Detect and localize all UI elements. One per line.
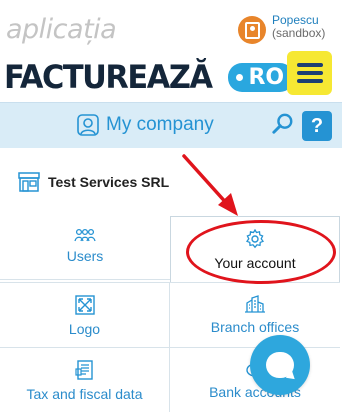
receipt-icon: [74, 360, 93, 380]
logo-ro-text: RO: [248, 64, 285, 90]
logo-tile[interactable]: Logo: [0, 282, 170, 348]
my-company-label: My company: [106, 114, 214, 135]
chat-button[interactable]: [250, 335, 310, 395]
your-account-tile[interactable]: Your account: [170, 216, 340, 282]
users-tile[interactable]: Users: [0, 216, 170, 280]
tax-fiscal-label: Tax and fiscal data: [26, 386, 143, 402]
users-icon: [74, 228, 96, 242]
hamburger-menu-button[interactable]: [287, 51, 332, 95]
branch-offices-label: Branch offices: [210, 319, 300, 335]
aplicatia-brand: aplicația: [6, 14, 117, 45]
shop-icon: [18, 172, 40, 192]
factureaza-logo[interactable]: FACTUREAZĂ RO: [4, 57, 295, 97]
gear-icon: [245, 229, 265, 249]
chat-bubble-icon: [266, 352, 294, 378]
my-company-link[interactable]: My company: [76, 113, 214, 137]
user-account: (sandbox): [272, 26, 326, 40]
logo-label: Logo: [68, 321, 101, 337]
header: aplicația FACTUREAZĂ RO Popescu (sandbox…: [0, 0, 342, 100]
avatar-icon: [238, 16, 266, 44]
company-name-row: Test Services SRL: [18, 172, 169, 192]
user-icon: [77, 114, 99, 136]
users-label: Users: [66, 248, 104, 264]
company-name: Test Services SRL: [48, 174, 170, 190]
logo-text: FACTUREAZĂ: [4, 58, 213, 96]
user-menu[interactable]: Popescu (sandbox): [238, 14, 325, 44]
company-bar: My company ?: [0, 102, 342, 148]
help-button[interactable]: ?: [302, 111, 332, 141]
your-account-label: Your account: [214, 255, 296, 271]
branch-offices-tile[interactable]: Branch offices: [170, 282, 340, 348]
search-icon[interactable]: [272, 113, 294, 135]
buildings-icon: [245, 295, 265, 313]
tax-fiscal-tile[interactable]: Tax and fiscal data: [0, 348, 170, 412]
expand-icon: [74, 295, 95, 315]
logo-ro-badge: RO: [228, 62, 295, 92]
